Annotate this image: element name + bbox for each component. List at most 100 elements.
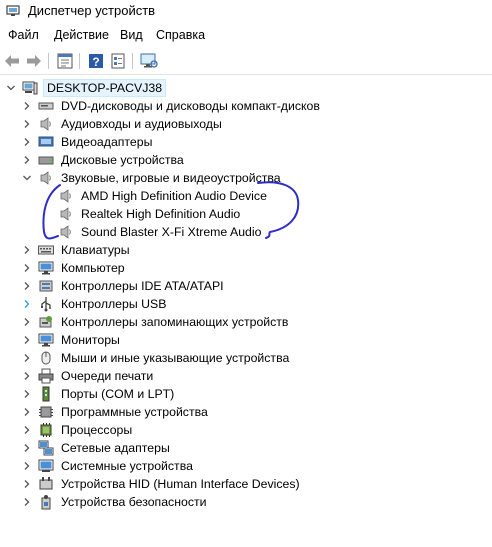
collapse-chevron-icon[interactable] — [22, 173, 32, 183]
processor-icon — [38, 422, 54, 438]
tree-item-label: Устройства безопасности — [61, 495, 207, 509]
tree-item-label: Мониторы — [61, 333, 120, 347]
tree-category[interactable]: Компьютер — [22, 259, 127, 277]
tree-category[interactable]: Программные устройства — [22, 403, 210, 421]
tree-item-label: Realtek High Definition Audio — [81, 207, 241, 221]
collapse-chevron-icon[interactable] — [6, 83, 16, 93]
tree-category[interactable]: Очереди печати — [22, 367, 155, 385]
expand-chevron-icon[interactable] — [22, 101, 32, 111]
tree-item-label: Sound Blaster X-Fi Xtreme Audio — [81, 225, 262, 239]
window-title: Диспетчер устройств — [28, 3, 156, 18]
monitor-scan-icon — [140, 53, 158, 68]
tree-category[interactable]: Видеоадаптеры — [22, 133, 154, 151]
forward-button[interactable] — [24, 51, 44, 71]
disk-drive-icon — [38, 152, 54, 168]
expand-chevron-icon[interactable] — [22, 389, 32, 399]
tree-category[interactable]: Дисковые устройства — [22, 151, 186, 169]
tree-device[interactable]: AMD High Definition Audio Device — [42, 187, 269, 205]
tree-category[interactable]: Устройства безопасности — [22, 493, 209, 511]
expand-chevron-icon[interactable] — [22, 425, 32, 435]
expand-chevron-icon[interactable] — [22, 137, 32, 147]
usb-icon — [38, 296, 54, 312]
menu-view[interactable]: Вид — [118, 28, 145, 42]
tree-category[interactable]: Системные устройства — [22, 457, 195, 475]
tree-category[interactable]: Контроллеры запоминающих устройств — [22, 313, 290, 331]
mouse-icon — [38, 350, 54, 366]
properties-sheet-icon — [111, 53, 125, 69]
security-device-icon — [38, 494, 54, 510]
network-adapter-icon — [38, 440, 54, 456]
forward-arrow-icon — [27, 55, 41, 67]
printer-icon — [38, 368, 54, 384]
dvd-drive-icon — [38, 98, 54, 114]
tree-category[interactable]: Аудиовходы и аудиовыходы — [22, 115, 224, 133]
tree-category[interactable]: Клавиатуры — [22, 241, 132, 259]
help-button[interactable]: ? — [86, 51, 106, 71]
tree-category[interactable]: DVD-дисководы и дисководы компакт-дисков — [22, 97, 322, 115]
tree-category[interactable]: Сетевые адаптеры — [22, 439, 172, 457]
back-button[interactable] — [2, 51, 22, 71]
device-tree: DESKTOP-PACVJ38 DVD-дисководы и дисководы… — [0, 78, 492, 547]
device-manager-app-icon — [6, 5, 20, 16]
tree-item-label: Контроллеры IDE ATA/ATAPI — [61, 279, 224, 293]
tree-item-label: Клавиатуры — [61, 243, 130, 257]
tree-device[interactable]: Sound Blaster X-Fi Xtreme Audio — [42, 223, 263, 241]
scan-hardware-button[interactable] — [139, 51, 159, 71]
speaker-icon — [58, 206, 74, 222]
storage-controller-icon — [38, 314, 54, 330]
expand-chevron-icon[interactable] — [22, 299, 32, 309]
tree-device[interactable]: Realtek High Definition Audio — [42, 205, 242, 223]
menu-help[interactable]: Справка — [154, 28, 207, 42]
expand-chevron-icon[interactable] — [22, 263, 32, 273]
speaker-icon — [58, 224, 74, 240]
menu-action[interactable]: Действие — [52, 28, 111, 42]
menu-bar: Файл Действие Вид Справка — [0, 26, 492, 46]
display-adapter-icon — [38, 134, 54, 150]
tree-item-label: Процессоры — [61, 423, 133, 437]
keyboard-icon — [38, 242, 54, 258]
tree-item-label: Сетевые адаптеры — [61, 441, 170, 455]
ide-controller-icon — [38, 278, 54, 294]
expand-chevron-icon[interactable] — [22, 335, 32, 345]
tree-category[interactable]: Мыши и иные указывающие устройства — [22, 349, 291, 367]
tree-item-label: Контроллеры USB — [61, 297, 167, 311]
tree-item-label: Компьютер — [61, 261, 125, 275]
tree-category[interactable]: Мониторы — [22, 331, 122, 349]
expand-chevron-icon[interactable] — [22, 317, 32, 327]
system-device-icon — [38, 458, 54, 474]
properties-button[interactable] — [55, 51, 75, 71]
tree-category[interactable]: Звуковые, игровые и видеоустройства — [22, 169, 283, 187]
svg-text:?: ? — [92, 55, 99, 69]
tree-category[interactable]: Контроллеры IDE ATA/ATAPI — [22, 277, 226, 295]
expand-chevron-icon[interactable] — [22, 461, 32, 471]
toolbar-separator — [79, 53, 80, 69]
tree-item-label: Мыши и иные указывающие устройства — [61, 351, 290, 365]
speaker-icon — [38, 116, 54, 132]
expand-chevron-icon[interactable] — [22, 155, 32, 165]
expand-chevron-icon[interactable] — [22, 371, 32, 381]
monitor-icon — [38, 332, 54, 348]
software-device-icon — [38, 404, 54, 420]
tree-item-label: AMD High Definition Audio Device — [81, 189, 267, 203]
expand-chevron-icon[interactable] — [22, 497, 32, 507]
hid-icon — [38, 476, 54, 492]
tree-category[interactable]: Устройства HID (Human Interface Devices) — [22, 475, 302, 493]
expand-chevron-icon[interactable] — [22, 119, 32, 129]
port-icon — [38, 386, 54, 402]
expand-chevron-icon[interactable] — [22, 443, 32, 453]
menu-file[interactable]: Файл — [6, 28, 41, 42]
tree-item-label: Звуковые, игровые и видеоустройства — [61, 171, 281, 185]
expand-chevron-icon[interactable] — [22, 479, 32, 489]
tree-category[interactable]: Контроллеры USB — [22, 295, 168, 313]
expand-chevron-icon[interactable] — [22, 407, 32, 417]
expand-chevron-icon[interactable] — [22, 281, 32, 291]
tree-category[interactable]: Процессоры — [22, 421, 134, 439]
back-arrow-icon — [5, 55, 19, 67]
tree-category[interactable]: Порты (COM и LPT) — [22, 385, 176, 403]
tree-root-computer[interactable]: DESKTOP-PACVJ38 — [6, 79, 167, 97]
expand-chevron-icon[interactable] — [22, 245, 32, 255]
expand-chevron-icon[interactable] — [22, 353, 32, 363]
speaker-icon — [38, 170, 54, 186]
properties-sheet-button[interactable] — [108, 51, 128, 71]
